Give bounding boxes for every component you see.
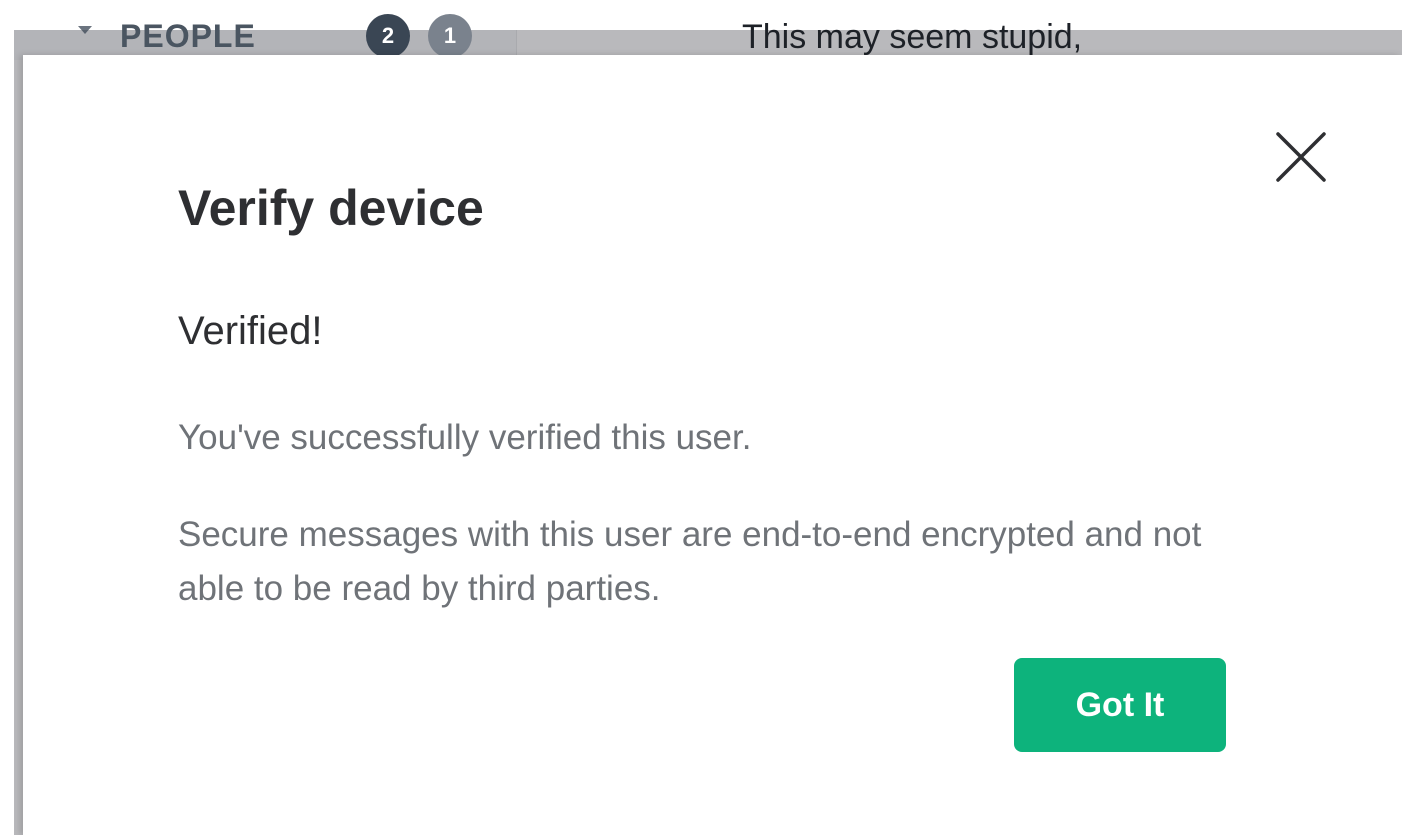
encryption-message: Secure messages with this user are end-t… [178,515,1202,608]
verified-heading: Verified! [178,309,323,353]
got-it-button[interactable]: Got It [1014,658,1226,752]
close-button[interactable] [1268,126,1332,190]
people-count-badge: 2 [366,14,410,58]
timeline-message: This may seem stupid, [742,18,1083,56]
close-icon [1276,132,1326,182]
success-message: You've successfully verified this user. [178,418,752,457]
dialog-title: Verify device [178,180,484,236]
invite-count-badge: 1 [428,14,472,58]
chevron-down-icon[interactable] [78,26,92,34]
people-section-label[interactable]: PEOPLE [120,19,256,53]
